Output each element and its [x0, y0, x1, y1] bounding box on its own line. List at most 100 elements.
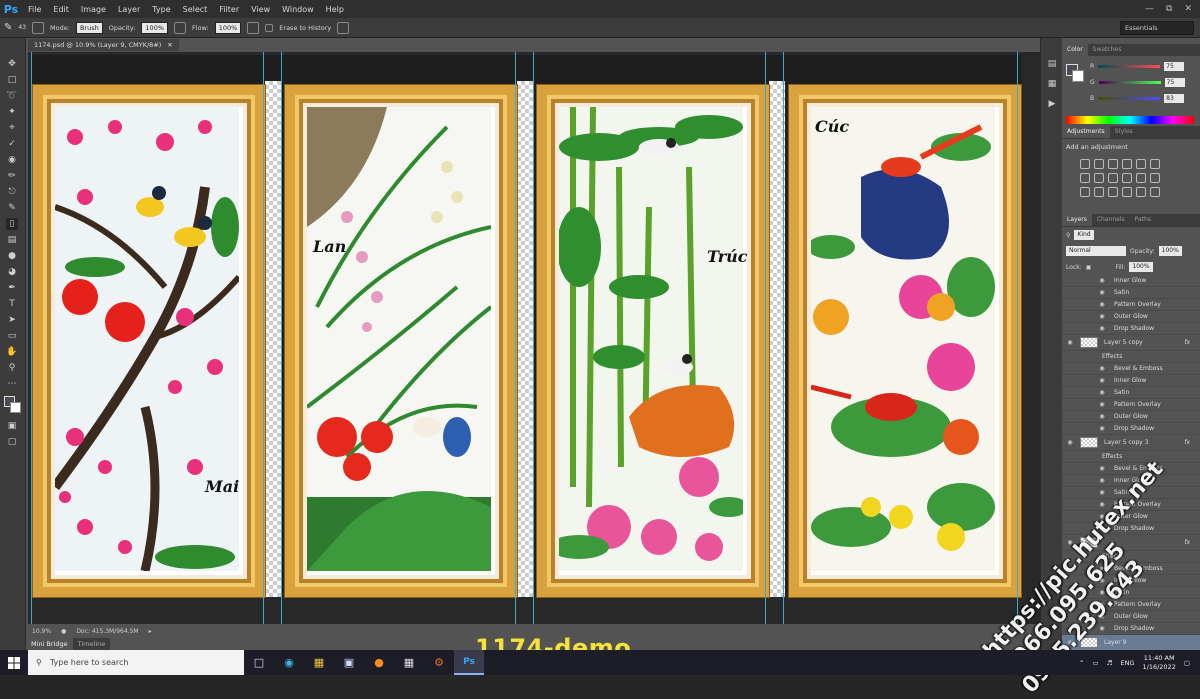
blur-tool-icon[interactable]: ● — [6, 250, 18, 262]
brush-tool-icon[interactable]: ✏ — [6, 170, 18, 182]
volume-icon[interactable]: ♬ — [1107, 659, 1113, 667]
green-bar[interactable] — [1098, 80, 1161, 84]
layer-effect-item[interactable]: ◉ Drop Shadow — [1062, 323, 1200, 335]
edge-icon[interactable]: ◉ — [274, 650, 304, 675]
more-tools-icon[interactable]: ⋯ — [6, 378, 18, 390]
guide-line[interactable] — [281, 52, 282, 624]
lasso-tool-icon[interactable]: ➰ — [6, 90, 18, 102]
doc-size-icon[interactable]: ● — [61, 628, 66, 635]
red-slider[interactable]: R 75 — [1090, 60, 1198, 72]
hue-saturation-icon[interactable] — [1080, 173, 1090, 183]
mode-select[interactable]: Brush — [75, 21, 103, 34]
eraser-tool-icon[interactable]: ▯ — [6, 218, 18, 230]
visibility-eye-icon[interactable]: ◉ — [1098, 413, 1106, 420]
visibility-eye-icon[interactable]: ◉ — [1098, 401, 1106, 408]
dodge-tool-icon[interactable]: ◕ — [6, 266, 18, 278]
tab-styles[interactable]: Styles — [1110, 126, 1138, 138]
photoshop-taskbar-icon[interactable]: Ps — [454, 650, 484, 675]
document-canvas[interactable]: Mai Lan Trúc Cúc — [31, 55, 1021, 597]
visibility-eye-icon[interactable]: ◉ — [1098, 489, 1106, 496]
levels-icon[interactable] — [1094, 159, 1104, 169]
background-color-swatch[interactable] — [10, 402, 21, 413]
color-balance-icon[interactable] — [1094, 173, 1104, 183]
screen-mode-icon[interactable]: ▢ — [6, 436, 18, 448]
layer-name[interactable]: Layer 9 — [1104, 639, 1126, 646]
visibility-eye-icon[interactable]: ◉ — [1098, 425, 1106, 432]
menu-file[interactable]: File — [22, 5, 47, 14]
menu-select[interactable]: Select — [177, 5, 214, 14]
layer-effect-item[interactable]: ◉ Satin — [1062, 387, 1200, 399]
layer-effect-item[interactable]: ◉ Bevel & Emboss — [1062, 363, 1200, 375]
invert-icon[interactable] — [1080, 187, 1090, 197]
menu-type[interactable]: Type — [146, 5, 176, 14]
airbrush-icon[interactable] — [247, 21, 260, 34]
healing-brush-icon[interactable]: ◉ — [6, 154, 18, 166]
tab-paths[interactable]: Paths — [1130, 214, 1156, 226]
blue-slider[interactable]: B 83 — [1090, 92, 1198, 104]
quick-select-icon[interactable]: ✦ — [6, 106, 18, 118]
gradient-fill-icon[interactable] — [1136, 187, 1146, 197]
selective-color-icon[interactable] — [1122, 187, 1132, 197]
pressure-opacity-icon[interactable] — [174, 21, 187, 34]
guide-line[interactable] — [515, 52, 516, 624]
visibility-eye-icon[interactable]: ◉ — [1066, 439, 1074, 446]
zoom-tool-icon[interactable]: ⚲ — [6, 362, 18, 374]
guide-line[interactable] — [783, 52, 784, 624]
menu-filter[interactable]: Filter — [213, 5, 245, 14]
fill-input[interactable]: 100% — [1129, 262, 1153, 272]
layer-filter-select[interactable]: Kind — [1074, 230, 1094, 240]
visibility-eye-icon[interactable]: ◉ — [1098, 289, 1106, 296]
guide-line[interactable] — [263, 52, 264, 624]
layer-row[interactable]: ◉ Layer 5 copy 3 fx — [1062, 435, 1200, 451]
layer-effect-item[interactable]: ◉ Inner Glow — [1062, 275, 1200, 287]
visibility-eye-icon[interactable]: ◉ — [1098, 389, 1106, 396]
visibility-eye-icon[interactable]: ◉ — [1098, 477, 1106, 484]
eraser-tool-preset-icon[interactable]: ✎ — [4, 22, 12, 33]
visibility-eye-icon[interactable]: ◉ — [1098, 301, 1106, 308]
opacity-input[interactable]: 100% — [141, 21, 169, 34]
red-bar[interactable] — [1098, 64, 1161, 68]
history-brush-icon[interactable]: ✎ — [6, 202, 18, 214]
threshold-icon[interactable] — [1108, 187, 1118, 197]
restore-icon[interactable]: ⧉ — [1166, 4, 1172, 14]
hand-tool-icon[interactable]: ✋ — [6, 346, 18, 358]
clock[interactable]: 11:40 AM 1/16/2022 — [1143, 654, 1176, 672]
eyedropper-icon[interactable]: ✓ — [6, 138, 18, 150]
pattern-fill-icon[interactable] — [1150, 187, 1160, 197]
close-document-icon[interactable]: ✕ — [167, 41, 172, 49]
status-menu-arrow-icon[interactable]: ▸ — [149, 628, 152, 635]
brush-panel-icon[interactable] — [32, 21, 45, 34]
layer-name[interactable]: Layer 5 copy — [1104, 339, 1143, 346]
file-explorer-icon[interactable]: ▦ — [304, 650, 334, 675]
menu-image[interactable]: Image — [75, 5, 112, 14]
actions-icon[interactable]: ▶ — [1046, 98, 1058, 110]
taskbar-search[interactable]: ⚲ Type here to search — [28, 650, 244, 675]
layer-effect-item[interactable]: ◉ Outer Glow — [1062, 311, 1200, 323]
color-lookup-icon[interactable] — [1150, 173, 1160, 183]
posterize-icon[interactable] — [1094, 187, 1104, 197]
tab-layers[interactable]: Layers — [1062, 214, 1092, 226]
task-view-icon[interactable]: □ — [244, 650, 274, 675]
photo-filter-icon[interactable] — [1122, 173, 1132, 183]
history-icon[interactable]: ▤ — [1046, 58, 1058, 70]
canvas-area[interactable]: Mai Lan Trúc Cúc — [28, 52, 1060, 624]
layer-name[interactable]: Layer 5 copy 3 — [1104, 439, 1148, 446]
vibrance-icon[interactable] — [1136, 159, 1146, 169]
visibility-eye-icon[interactable]: ◉ — [1098, 313, 1106, 320]
layer-effect-item[interactable]: ◉ Drop Shadow — [1062, 423, 1200, 435]
layer-effects-header[interactable]: Effects — [1062, 351, 1200, 363]
brightness-icon[interactable] — [1080, 159, 1090, 169]
layer-opacity-input[interactable]: 100% — [1158, 246, 1182, 256]
menu-window[interactable]: Window — [276, 5, 320, 14]
guide-line[interactable] — [533, 52, 534, 624]
app-icon[interactable]: ⚙ — [424, 650, 454, 675]
channel-mixer-icon[interactable] — [1136, 173, 1146, 183]
minimize-icon[interactable]: — — [1145, 4, 1154, 14]
shape-tool-icon[interactable]: ▭ — [6, 330, 18, 342]
marquee-tool-icon[interactable]: □ — [6, 74, 18, 86]
layer-fx-icon[interactable]: fx — [1184, 539, 1190, 546]
green-value[interactable]: 75 — [1164, 77, 1185, 87]
document-tab[interactable]: 1174.psd @ 10.9% (Layer 9, CMYK/8#) ✕ — [28, 39, 179, 51]
network-icon[interactable]: ▭ — [1093, 659, 1099, 667]
tab-swatches[interactable]: Swatches — [1088, 44, 1127, 56]
